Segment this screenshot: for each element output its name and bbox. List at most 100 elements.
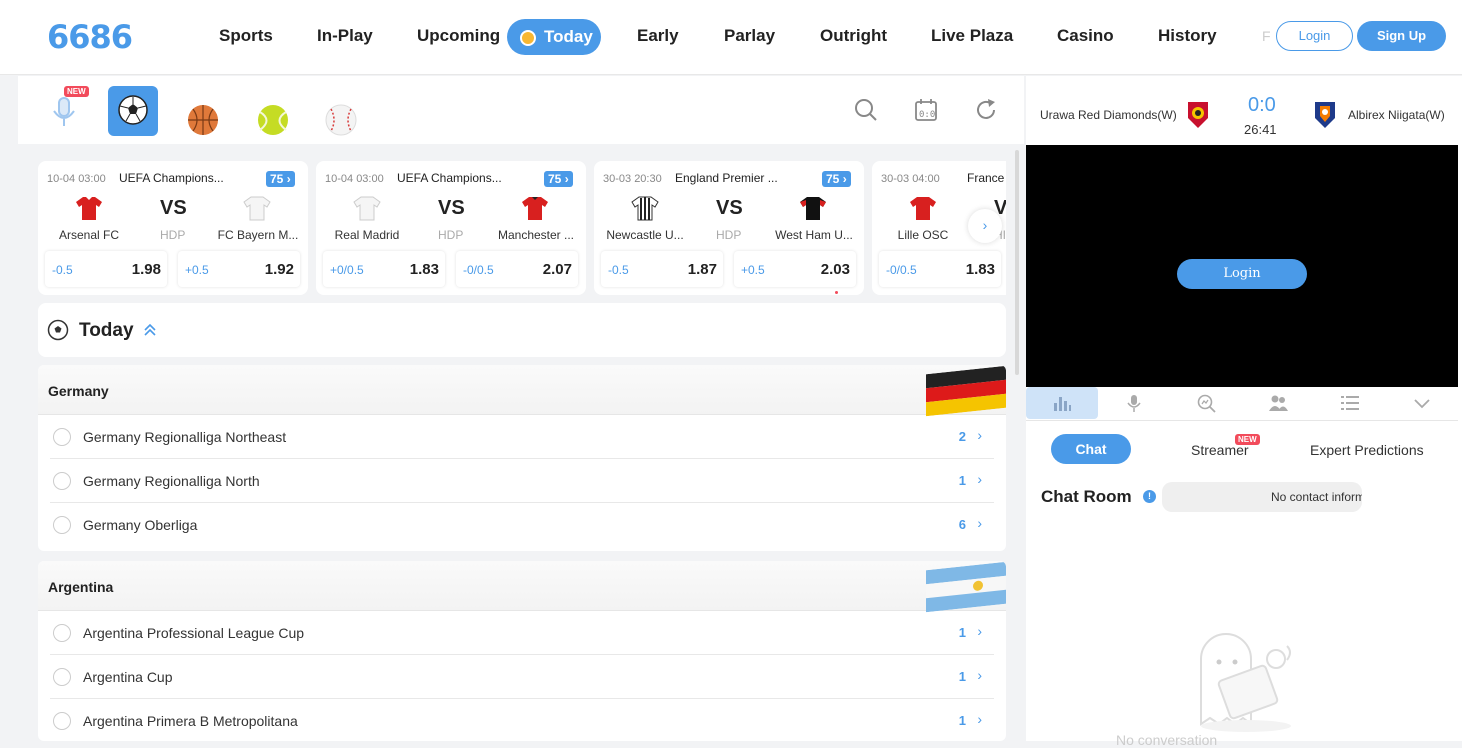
home-team-name: Real Madrid (334, 228, 400, 242)
microphone-icon (1127, 395, 1141, 412)
match-card[interactable]: 30-03 20:30 England Premier ... 75 › VS … (594, 161, 864, 295)
handicap: -0.5 (52, 263, 73, 277)
tab-lineups[interactable] (1242, 387, 1314, 419)
live-indicator-dot (835, 291, 838, 294)
home-team-name: Urawa Red Diamonds(W) (1040, 108, 1177, 122)
nav-outright[interactable]: Outright (820, 26, 887, 46)
vs-label: VS (438, 197, 465, 219)
nav-in-play[interactable]: In-Play (317, 26, 373, 46)
collapse-chevron-icon[interactable] (143, 323, 157, 337)
svg-text:0:0: 0:0 (919, 110, 935, 120)
list-icon (1341, 396, 1359, 410)
league-row[interactable]: Germany Oberliga 6 › (50, 503, 994, 547)
sport-tennis[interactable] (248, 86, 298, 136)
league-select-radio[interactable] (53, 516, 71, 534)
market-count-badge[interactable]: 75 › (822, 171, 851, 187)
soccer-ball-icon (118, 95, 148, 125)
away-odds-button[interactable]: -0/0.5 2.07 (456, 251, 578, 287)
match-card[interactable]: 10-04 03:00 UEFA Champions... 75 › VS Ar… (38, 161, 308, 295)
tab-chat[interactable]: Chat (1051, 434, 1131, 464)
market-count-badge[interactable]: 75 › (266, 171, 295, 187)
league-match-count: 1 (958, 473, 966, 488)
home-team-name: Lille OSC (897, 228, 949, 242)
league-select-radio[interactable] (53, 712, 71, 730)
country-header[interactable]: Germany (38, 365, 1006, 417)
league-match-count: 2 (958, 429, 966, 444)
sport-basketball[interactable] (178, 86, 228, 136)
away-odds-button[interactable]: +0.5 2.03 (734, 251, 856, 287)
new-badge: NEW (1235, 434, 1260, 445)
handicap: -0.5 (608, 263, 629, 277)
home-odds-button[interactable]: -0.5 1.98 (45, 251, 167, 287)
country-group-germany: Germany Germany Regionalliga Northeast 2… (38, 365, 1006, 551)
home-jersey-icon (910, 197, 936, 220)
tab-events[interactable] (1314, 387, 1386, 419)
signup-button[interactable]: Sign Up (1357, 21, 1446, 51)
away-team-crest-icon (1315, 102, 1335, 128)
nav-early[interactable]: Early (637, 26, 679, 46)
tab-stats[interactable] (1026, 387, 1098, 419)
odds-value: 1.98 (131, 261, 161, 278)
home-jersey-icon (631, 196, 659, 221)
hdp-label: HDP (160, 228, 186, 242)
country-name: Germany (48, 383, 109, 399)
sport-baseball[interactable] (316, 86, 366, 136)
league-row[interactable]: Germany Regionalliga North 1 › (50, 459, 994, 503)
sport-live-audio[interactable]: NEW (40, 86, 90, 136)
basketball-icon (188, 105, 218, 135)
home-odds-button[interactable]: +0/0.5 1.83 (323, 251, 445, 287)
nav-today[interactable]: Today (507, 19, 601, 55)
sport-soccer[interactable] (108, 86, 158, 136)
chevron-right-icon: › (977, 711, 982, 727)
league-select-radio[interactable] (53, 472, 71, 490)
nav-sports[interactable]: Sports (219, 26, 273, 46)
refresh-icon[interactable] (974, 98, 998, 122)
home-odds-button[interactable]: -0.5 1.87 (601, 251, 723, 287)
calendar-score-icon[interactable]: 0:0 (914, 98, 938, 122)
live-video-player[interactable]: Login (1026, 145, 1458, 387)
chat-room-title: Chat Room (1041, 487, 1132, 506)
empty-chat-ghost-icon (1200, 633, 1291, 732)
tab-expert-predictions[interactable]: Expert Predictions (1310, 442, 1424, 458)
nav-live-plaza[interactable]: Live Plaza (931, 26, 1013, 46)
league-name: Argentina Primera B Metropolitana (83, 713, 298, 729)
away-odds-button[interactable]: +0.5 1.92 (178, 251, 300, 287)
main-scrollbar[interactable] (1015, 150, 1019, 375)
users-icon (1269, 395, 1288, 411)
site-logo[interactable]: 6686 (47, 18, 133, 56)
away-jersey-icon (522, 197, 548, 220)
handicap: +0.5 (741, 263, 765, 277)
nav-casino[interactable]: Casino (1057, 26, 1114, 46)
tab-commentary[interactable] (1098, 387, 1170, 419)
market-count-badge[interactable]: 75 › (544, 171, 573, 187)
league-select-radio[interactable] (53, 624, 71, 642)
video-login-button[interactable]: Login (1177, 259, 1307, 289)
search-icon[interactable] (854, 98, 878, 122)
league-row[interactable]: Argentina Cup 1 › (50, 655, 994, 699)
country-header[interactable]: Argentina (38, 561, 1006, 613)
chevron-right-icon: › (977, 623, 982, 639)
handicap: +0/0.5 (330, 263, 364, 277)
league-row[interactable]: Germany Regionalliga Northeast 2 › (50, 415, 994, 459)
login-button[interactable]: Login (1276, 21, 1353, 51)
league-row[interactable]: Argentina Primera B Metropolitana 1 › (50, 699, 994, 741)
collapse-panel-button[interactable] (1386, 387, 1458, 419)
league-select-radio[interactable] (53, 428, 71, 446)
home-team-name: Newcastle U... (606, 228, 684, 242)
carousel-next-button[interactable]: › (968, 209, 1002, 243)
away-jersey-icon (243, 196, 271, 221)
match-card[interactable]: 10-04 03:00 UEFA Champions... 75 › VS Re… (316, 161, 586, 295)
home-odds-button[interactable]: -0/0.5 1.83 (879, 251, 1001, 287)
league-select-radio[interactable] (53, 668, 71, 686)
match-league: France (967, 171, 1005, 185)
nav-overflow[interactable]: F (1262, 28, 1271, 44)
nav-parlay[interactable]: Parlay (724, 26, 775, 46)
nav-history[interactable]: History (1158, 26, 1217, 46)
handicap: -0/0.5 (463, 263, 494, 277)
league-row[interactable]: Argentina Professional League Cup 1 › (50, 611, 994, 655)
tab-analysis[interactable] (1170, 387, 1242, 419)
nav-upcoming[interactable]: Upcoming (417, 26, 500, 46)
odds-value: 1.92 (264, 261, 294, 278)
info-icon[interactable]: ! (1143, 490, 1156, 503)
league-name: Germany Regionalliga Northeast (83, 429, 287, 445)
